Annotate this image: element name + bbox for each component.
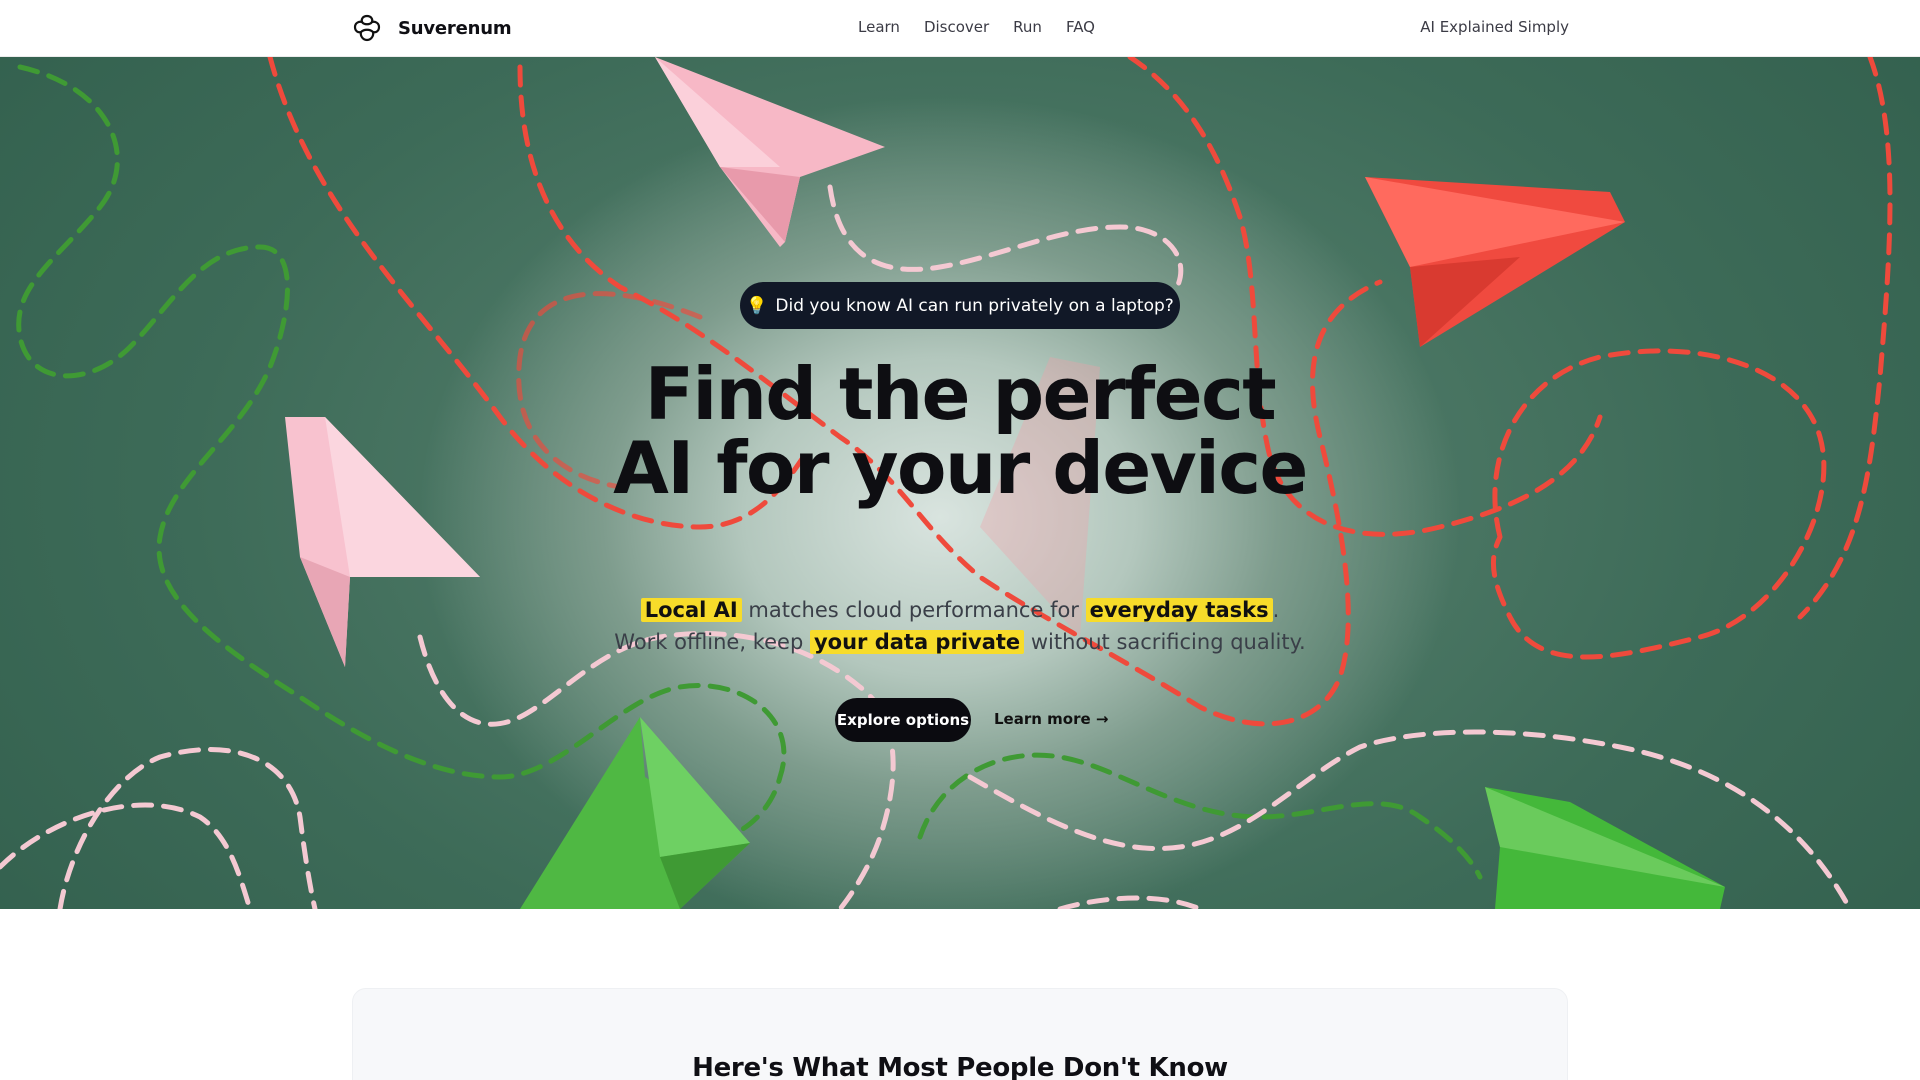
pink-flight-path xyxy=(57,747,318,909)
pink-paper-plane xyxy=(655,57,885,247)
subtitle-text: . xyxy=(1272,598,1280,622)
subtitle-text: without sacrificing quality. xyxy=(1024,630,1306,654)
green-paper-plane xyxy=(520,717,750,909)
highlight-data-private: your data private xyxy=(809,630,1025,654)
brand-name: Suverenum xyxy=(398,17,512,39)
hero-section: 💡 Did you know AI can run privately on a… xyxy=(0,57,1920,909)
hero-headline: Find the perfect AI for your device xyxy=(560,357,1360,505)
highlight-everyday-tasks: everyday tasks xyxy=(1085,598,1273,622)
headline-line-1: Find the perfect xyxy=(644,352,1277,436)
pink-paper-plane xyxy=(285,417,480,667)
highlight-local-ai: Local AI xyxy=(640,598,742,622)
pink-flight-path xyxy=(967,729,1853,909)
section-title: Here's What Most People Don't Know xyxy=(692,1053,1228,1080)
red-flight-path xyxy=(1797,57,1893,620)
explore-options-button[interactable]: Explore options xyxy=(835,698,971,742)
learn-more-link[interactable]: Learn more → xyxy=(994,710,1108,728)
info-pill[interactable]: 💡 Did you know AI can run privately on a… xyxy=(740,282,1180,329)
nav-link-learn[interactable]: Learn xyxy=(858,18,900,36)
brand-logo-link[interactable]: Suverenum xyxy=(352,13,512,43)
tagline: AI Explained Simply xyxy=(1420,18,1569,36)
brand-knot-icon xyxy=(353,14,381,42)
pink-flight-path xyxy=(0,802,253,909)
hero-subtitle: Local AI matches cloud performance for e… xyxy=(560,594,1360,658)
nav-link-run[interactable]: Run xyxy=(1013,18,1042,36)
red-flight-path xyxy=(1490,348,1827,660)
subtitle-text: Work offline, keep xyxy=(614,630,810,654)
info-pill-text: Did you know AI can run privately on a l… xyxy=(775,295,1174,316)
nav-link-faq[interactable]: FAQ xyxy=(1066,18,1095,36)
lightbulb-icon: 💡 xyxy=(746,295,768,316)
top-navigation: Suverenum Learn Discover Run FAQ AI Expl… xyxy=(0,0,1920,57)
pink-flight-path xyxy=(1057,895,1203,909)
subtitle-text: matches cloud performance for xyxy=(741,598,1086,622)
main-menu: Learn Discover Run FAQ xyxy=(858,18,1119,36)
green-paper-plane xyxy=(1485,787,1725,909)
nav-link-discover[interactable]: Discover xyxy=(924,18,989,36)
red-paper-plane xyxy=(1365,177,1625,347)
headline-line-2: AI for your device xyxy=(613,426,1308,510)
green-flight-path xyxy=(917,752,1483,880)
